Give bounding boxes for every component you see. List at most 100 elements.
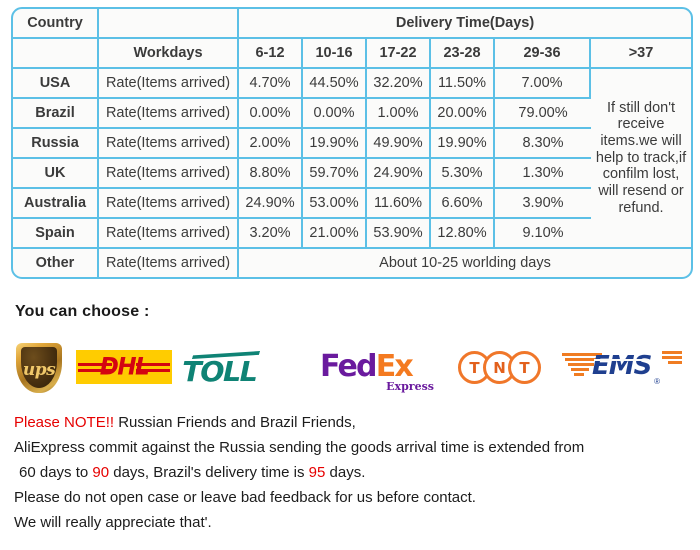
header-range-23-28: 23-28 [431, 39, 495, 69]
header-country-blank [13, 39, 99, 69]
ups-shield-icon: ups [16, 343, 62, 393]
dhl-logo-text: DHL [99, 353, 150, 381]
cell-australia-6-12: 24.90% [239, 189, 303, 219]
fedex-express-subtitle: Express [386, 380, 434, 393]
table-row: Russia Rate(Items arrived) 2.00% 19.90% … [13, 129, 691, 159]
cell-usa-29-36: 7.00% [495, 69, 591, 99]
table-header-row-2: Workdays 6-12 10-16 17-22 23-28 29-36 >3… [13, 39, 692, 69]
cell-brazil-29-36: 79.00% [495, 99, 591, 129]
table-row-other: Other Rate(Items arrived) About 10-25 wo… [13, 249, 692, 277]
header-range-10-16: 10-16 [303, 39, 367, 69]
ups-logo-text: ups [22, 360, 56, 380]
row-country-russia: Russia [13, 129, 99, 159]
row-country-brazil: Brazil [13, 99, 99, 129]
shipping-rate-table-container: Country Delivery Time(Days) Workdays 6-1… [11, 7, 694, 297]
cell-brazil-23-28: 20.00% [431, 99, 495, 129]
header-country: Country [13, 9, 99, 39]
notice-line-1-rest: Russian Friends and Brazil Friends, [114, 414, 356, 431]
cell-australia-10-16: 53.00% [303, 189, 367, 219]
notice-please-note: Please NOTE!! [14, 414, 115, 431]
table-row: Spain Rate(Items arrived) 3.20% 21.00% 5… [13, 219, 691, 249]
row-rate-label-usa: Rate(Items arrived) [99, 69, 239, 99]
row-country-australia: Australia [13, 189, 99, 219]
cell-russia-10-16: 19.90% [303, 129, 367, 159]
header-range-17-22: 17-22 [367, 39, 431, 69]
notice-line-3-c: days. [325, 464, 366, 481]
header-workdays: Workdays [99, 39, 239, 69]
table-row: Brazil Rate(Items arrived) 0.00% 0.00% 1… [13, 99, 691, 129]
notice-line-3: 60 days to 90 days, Brazil's delivery ti… [14, 460, 690, 485]
notice-line-2: AliExpress commit against the Russia sen… [14, 439, 585, 456]
couriers-heading: You can choose : [15, 303, 150, 320]
cell-australia-23-28: 6.60% [431, 189, 495, 219]
fedex-ex-text: Ex [375, 349, 414, 384]
row-rate-label-australia: Rate(Items arrived) [99, 189, 239, 219]
row-rate-label-russia: Rate(Items arrived) [99, 129, 239, 159]
header-range-29-36: 29-36 [495, 39, 591, 69]
tnt-logo: T N T [458, 351, 550, 385]
row-country-other: Other [13, 249, 99, 277]
table-row: Australia Rate(Items arrived) 24.90% 53.… [13, 189, 691, 219]
cell-uk-23-28: 5.30% [431, 159, 495, 189]
cell-brazil-17-22: 1.00% [367, 99, 431, 129]
cell-russia-23-28: 19.90% [431, 129, 495, 159]
fedex-fed-text: Fed [320, 349, 377, 384]
notice-line-1: Please NOTE!! Russian Friends and Brazil… [14, 410, 690, 435]
table-row: UK Rate(Items arrived) 8.80% 59.70% 24.9… [13, 159, 691, 189]
header-range-over-37: >37 [591, 39, 692, 69]
cell-other-note: About 10-25 worlding days [239, 249, 692, 277]
row-rate-label-brazil: Rate(Items arrived) [99, 99, 239, 129]
notice-line-3-a: 60 days to [19, 464, 93, 481]
cell-spain-6-12: 3.20% [239, 219, 303, 249]
toll-logo-text: TOLL [182, 355, 258, 388]
fedex-logo-text: FedEx [320, 349, 414, 384]
cell-uk-6-12: 8.80% [239, 159, 303, 189]
cell-uk-10-16: 59.70% [303, 159, 367, 189]
cell-spain-10-16: 21.00% [303, 219, 367, 249]
notice-brazil-days: 95 [308, 464, 326, 481]
header-delivery-time: Delivery Time(Days) [239, 9, 692, 39]
toll-logo: TOLL [182, 349, 299, 388]
notice-russia-days: 90 [92, 464, 110, 481]
row-rate-label-uk: Rate(Items arrived) [99, 159, 239, 189]
cell-russia-17-22: 49.90% [367, 129, 431, 159]
cell-russia-29-36: 8.30% [495, 129, 591, 159]
cell-usa-6-12: 4.70% [239, 69, 303, 99]
cell-usa-17-22: 32.20% [367, 69, 431, 99]
cell-usa-23-28: 11.50% [431, 69, 495, 99]
ems-logo-text: EMS [592, 351, 652, 381]
notice-line-4: Please do not open case or leave bad fee… [14, 489, 476, 506]
cell-usa-10-16: 44.50% [303, 69, 367, 99]
notes-cell-over-37: If still don't receive items.we will hel… [591, 69, 692, 249]
row-country-usa: USA [13, 69, 99, 99]
tnt-letter-t2: T [508, 351, 541, 384]
table-header-row-1: Country Delivery Time(Days) [13, 9, 692, 39]
dhl-logo: DHL [76, 350, 172, 384]
cell-spain-29-36: 9.10% [495, 219, 591, 249]
cell-uk-29-36: 1.30% [495, 159, 591, 189]
row-country-uk: UK [13, 159, 99, 189]
row-country-spain: Spain [13, 219, 99, 249]
row-rate-label-spain: Rate(Items arrived) [99, 219, 239, 249]
cell-brazil-6-12: 0.00% [239, 99, 303, 129]
header-range-6-12: 6-12 [239, 39, 303, 69]
cell-spain-17-22: 53.90% [367, 219, 431, 249]
table-row: USA Rate(Items arrived) 4.70% 44.50% 32.… [13, 69, 692, 249]
ups-logo: ups [16, 343, 62, 393]
cell-spain-23-28: 12.80% [431, 219, 495, 249]
ems-stripe-icon [662, 351, 682, 365]
notice-block: Please NOTE!! Russian Friends and Brazil… [14, 410, 690, 535]
cell-brazil-10-16: 0.00% [303, 99, 367, 129]
cell-russia-6-12: 2.00% [239, 129, 303, 159]
cell-uk-17-22: 24.90% [367, 159, 431, 189]
notice-line-5: We will really appreciate that'. [14, 514, 212, 531]
shipping-rate-table: Country Delivery Time(Days) Workdays 6-1… [11, 7, 694, 279]
ems-logo: EMS ® [562, 350, 682, 386]
courier-logo-row: ups DHL TOLL FedEx Express T N T EMS ® [0, 343, 700, 403]
cell-australia-17-22: 11.60% [367, 189, 431, 219]
cell-australia-29-36: 3.90% [495, 189, 591, 219]
row-rate-label-other: Rate(Items arrived) [99, 249, 239, 277]
notice-line-3-b: days, Brazil's delivery time is [109, 464, 309, 481]
ems-registered-mark: ® [654, 377, 660, 386]
fedex-logo: FedEx Express [320, 347, 440, 397]
